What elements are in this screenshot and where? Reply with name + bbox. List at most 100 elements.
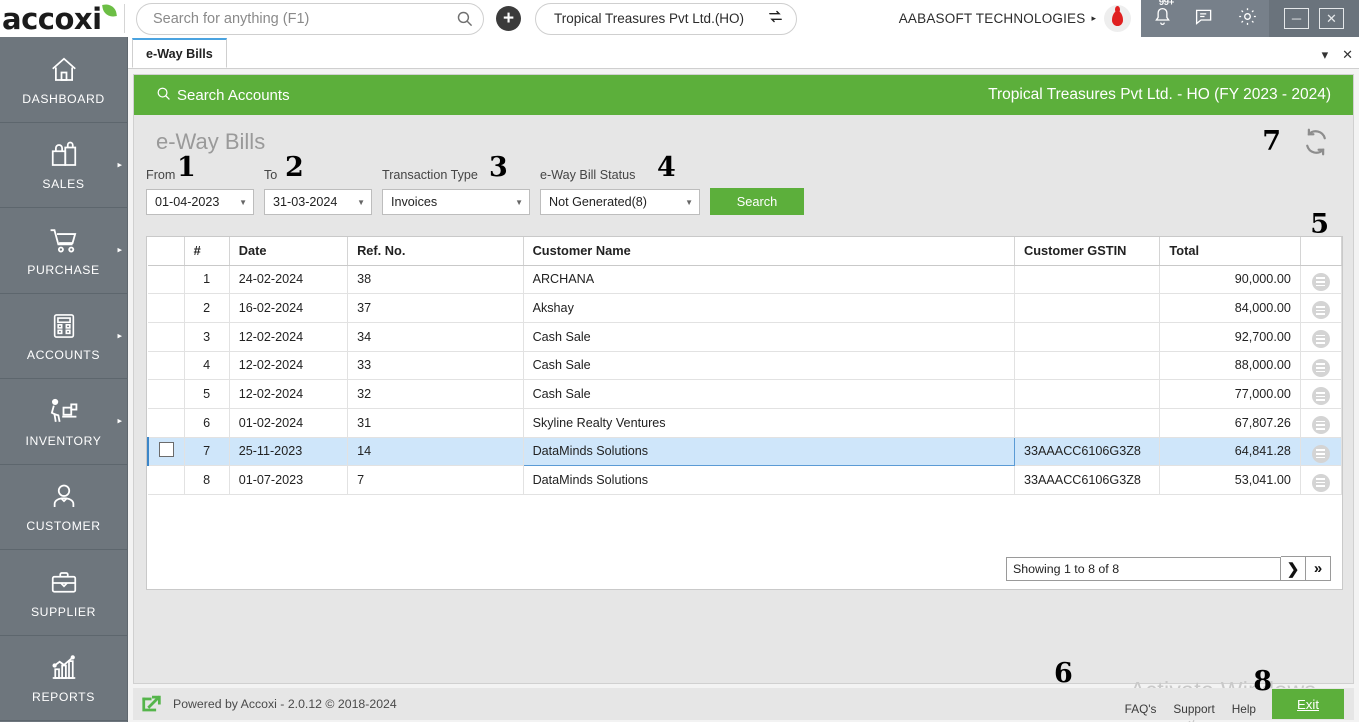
search-accounts-button[interactable]: Search Accounts: [156, 86, 290, 105]
row-select-cell[interactable]: [148, 408, 184, 437]
close-button[interactable]: ✕: [1319, 8, 1344, 29]
row-number: 4: [184, 351, 229, 380]
sidebar-item-inventory[interactable]: INVENTORY ▸: [0, 379, 127, 465]
top-bar: accoxi + Tropical Treasures Pvt Ltd.(HO): [0, 0, 1359, 37]
chevron-right-icon: ▸: [117, 245, 122, 256]
avatar[interactable]: [1104, 5, 1131, 32]
row-customer-gstin: [1015, 351, 1160, 380]
row-actions-cell[interactable]: [1300, 380, 1341, 409]
sidebar-item-dashboard[interactable]: DASHBOARD: [0, 37, 127, 123]
chevron-down-icon: ▼: [239, 198, 247, 207]
row-date: 01-07-2023: [229, 466, 347, 495]
column-header-number[interactable]: #: [184, 237, 229, 265]
row-select-cell[interactable]: [148, 437, 184, 466]
column-header-customer-name[interactable]: Customer Name: [523, 237, 1014, 265]
row-menu-icon[interactable]: [1312, 273, 1330, 291]
search-button[interactable]: Search: [710, 188, 804, 215]
row-select-cell[interactable]: [148, 294, 184, 323]
tab-eway-bills[interactable]: e-Way Bills: [132, 38, 227, 68]
row-actions-cell[interactable]: [1300, 466, 1341, 495]
footer-link-support[interactable]: Support: [1173, 702, 1214, 716]
sidebar-item-label: DASHBOARD: [22, 92, 105, 106]
last-page-button[interactable]: »: [1306, 556, 1331, 581]
refresh-icon[interactable]: [1301, 127, 1331, 157]
table-row[interactable]: 312-02-202434Cash Sale92,700.00: [148, 322, 1342, 351]
chevron-down-icon[interactable]: ▾: [1322, 47, 1329, 63]
table-row[interactable]: 412-02-202433Cash Sale88,000.00: [148, 351, 1342, 380]
sidebar-item-customer[interactable]: CUSTOMER: [0, 465, 127, 551]
table-row[interactable]: 601-02-202431Skyline Realty Ventures67,8…: [148, 408, 1342, 437]
row-actions-cell[interactable]: [1300, 322, 1341, 351]
sidebar-item-label: CUSTOMER: [26, 519, 100, 533]
row-select-cell[interactable]: [148, 466, 184, 495]
row-actions-cell[interactable]: [1300, 265, 1341, 294]
row-customer-gstin: 33AAACC6106G3Z8: [1015, 466, 1160, 495]
table-row[interactable]: 512-02-202432Cash Sale77,000.00: [148, 380, 1342, 409]
sidebar-item-reports[interactable]: REPORTS: [0, 636, 127, 722]
from-date-select[interactable]: 01-04-2023 ▼: [146, 189, 254, 215]
row-menu-icon[interactable]: [1312, 387, 1330, 405]
row-menu-icon[interactable]: [1312, 445, 1330, 463]
annotation-marker-2: 2: [285, 152, 304, 183]
footer-link-help[interactable]: Help: [1232, 702, 1256, 716]
bell-icon[interactable]: 99+: [1152, 6, 1173, 32]
global-search[interactable]: [136, 3, 484, 35]
row-actions-cell[interactable]: [1300, 294, 1341, 323]
person-icon: [49, 480, 79, 514]
row-select-cell[interactable]: [148, 380, 184, 409]
row-select-cell[interactable]: [148, 351, 184, 380]
row-menu-icon[interactable]: [1312, 330, 1330, 348]
row-menu-icon[interactable]: [1312, 359, 1330, 377]
message-icon[interactable]: [1194, 6, 1215, 32]
organization-name: AABASOFT TECHNOLOGIES: [899, 11, 1086, 26]
column-header-ref-no[interactable]: Ref. No.: [348, 237, 524, 265]
company-selector[interactable]: Tropical Treasures Pvt Ltd.(HO): [535, 3, 797, 35]
row-menu-icon[interactable]: [1312, 474, 1330, 492]
table-row[interactable]: 801-07-20237DataMinds Solutions33AAACC61…: [148, 466, 1342, 495]
swap-icon[interactable]: [767, 8, 784, 30]
to-date-select[interactable]: 31-03-2024 ▼: [264, 189, 372, 215]
transaction-type-select[interactable]: Invoices ▼: [382, 189, 530, 215]
table-row[interactable]: 725-11-202314DataMinds Solutions33AAACC6…: [148, 437, 1342, 466]
search-input[interactable]: [153, 11, 456, 27]
row-total: 88,000.00: [1160, 351, 1300, 380]
table-row[interactable]: 124-02-202438ARCHANA90,000.00: [148, 265, 1342, 294]
row-customer-gstin: [1015, 380, 1160, 409]
row-number: 3: [184, 322, 229, 351]
add-new-button[interactable]: +: [496, 6, 521, 31]
sidebar-item-supplier[interactable]: SUPPLIER: [0, 550, 127, 636]
footer-link-faqs[interactable]: FAQ's: [1125, 702, 1157, 716]
row-select-cell[interactable]: [148, 322, 184, 351]
sidebar-item-sales[interactable]: SALES ▸: [0, 123, 127, 209]
annotation-marker-4: 4: [657, 152, 676, 183]
minimize-button[interactable]: ─: [1284, 8, 1309, 29]
next-page-button[interactable]: ❯: [1281, 556, 1306, 581]
close-icon[interactable]: ✕: [1342, 47, 1353, 63]
row-actions-cell[interactable]: [1300, 408, 1341, 437]
row-menu-icon[interactable]: [1312, 301, 1330, 319]
column-header-date[interactable]: Date: [229, 237, 347, 265]
gear-icon[interactable]: [1237, 6, 1258, 32]
table-row[interactable]: 216-02-202437Akshay84,000.00: [148, 294, 1342, 323]
eway-status-value: Not Generated(8): [549, 195, 647, 209]
eway-status-select[interactable]: Not Generated(8) ▼: [540, 189, 700, 215]
row-customer-name: DataMinds Solutions: [523, 437, 1014, 466]
row-ref-no: 37: [348, 294, 524, 323]
search-icon: [456, 10, 473, 27]
row-actions-cell[interactable]: [1300, 437, 1341, 466]
row-customer-gstin: 33AAACC6106G3Z8: [1015, 437, 1160, 466]
column-header-total[interactable]: Total: [1160, 237, 1300, 265]
logo-text: accox: [2, 2, 92, 36]
row-checkbox[interactable]: [159, 442, 174, 457]
table-header-row: # Date Ref. No. Customer Name Customer G…: [148, 237, 1342, 265]
organization-area[interactable]: AABASOFT TECHNOLOGIES ▸: [899, 0, 1141, 37]
column-header-customer-gstin[interactable]: Customer GSTIN: [1015, 237, 1160, 265]
sidebar-item-purchase[interactable]: PURCHASE ▸: [0, 208, 127, 294]
row-total: 84,000.00: [1160, 294, 1300, 323]
row-actions-cell[interactable]: [1300, 351, 1341, 380]
row-menu-icon[interactable]: [1312, 416, 1330, 434]
sidebar-item-accounts[interactable]: ACCOUNTS ▸: [0, 294, 127, 380]
column-header-select[interactable]: [148, 237, 184, 265]
exit-button[interactable]: Exit: [1272, 689, 1344, 719]
row-select-cell[interactable]: [148, 265, 184, 294]
